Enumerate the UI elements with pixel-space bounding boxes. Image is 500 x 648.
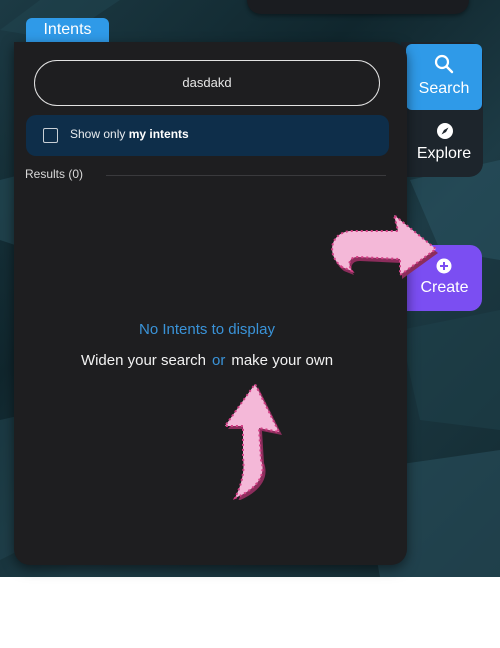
intents-panel: dasdakd Show only my intents Results (0)… bbox=[14, 42, 407, 565]
make-own-link[interactable]: make your own bbox=[231, 352, 333, 369]
results-divider bbox=[106, 175, 386, 176]
tab-intents[interactable]: Intents bbox=[26, 18, 109, 44]
filter-label-emphasis: my intents bbox=[128, 127, 189, 141]
search-nav-button[interactable]: Search bbox=[406, 44, 482, 110]
compass-icon bbox=[436, 122, 454, 145]
empty-state-subtitle: Widen your search or make your own bbox=[14, 352, 400, 369]
results-count: Results (0) bbox=[25, 167, 84, 181]
filter-label-prefix: Show only bbox=[70, 127, 129, 141]
or-link[interactable]: or bbox=[212, 352, 225, 369]
arrow-icon bbox=[223, 382, 282, 500]
top-card bbox=[247, 0, 469, 14]
explore-nav-label: Explore bbox=[416, 145, 472, 162]
empty-state-title: No Intents to display bbox=[139, 321, 275, 338]
my-intents-filter[interactable]: Show only my intents bbox=[26, 115, 389, 156]
filter-label: Show only my intents bbox=[70, 127, 189, 141]
my-intents-checkbox[interactable] bbox=[43, 128, 58, 143]
search-icon bbox=[434, 54, 454, 79]
create-label: Create bbox=[420, 279, 469, 296]
search-input[interactable]: dasdakd bbox=[34, 60, 380, 106]
explore-nav-button[interactable]: Explore bbox=[406, 116, 482, 172]
search-nav-label: Search bbox=[418, 80, 470, 97]
arrow-icon bbox=[331, 212, 438, 279]
widen-search-text: Widen your search bbox=[80, 352, 206, 369]
